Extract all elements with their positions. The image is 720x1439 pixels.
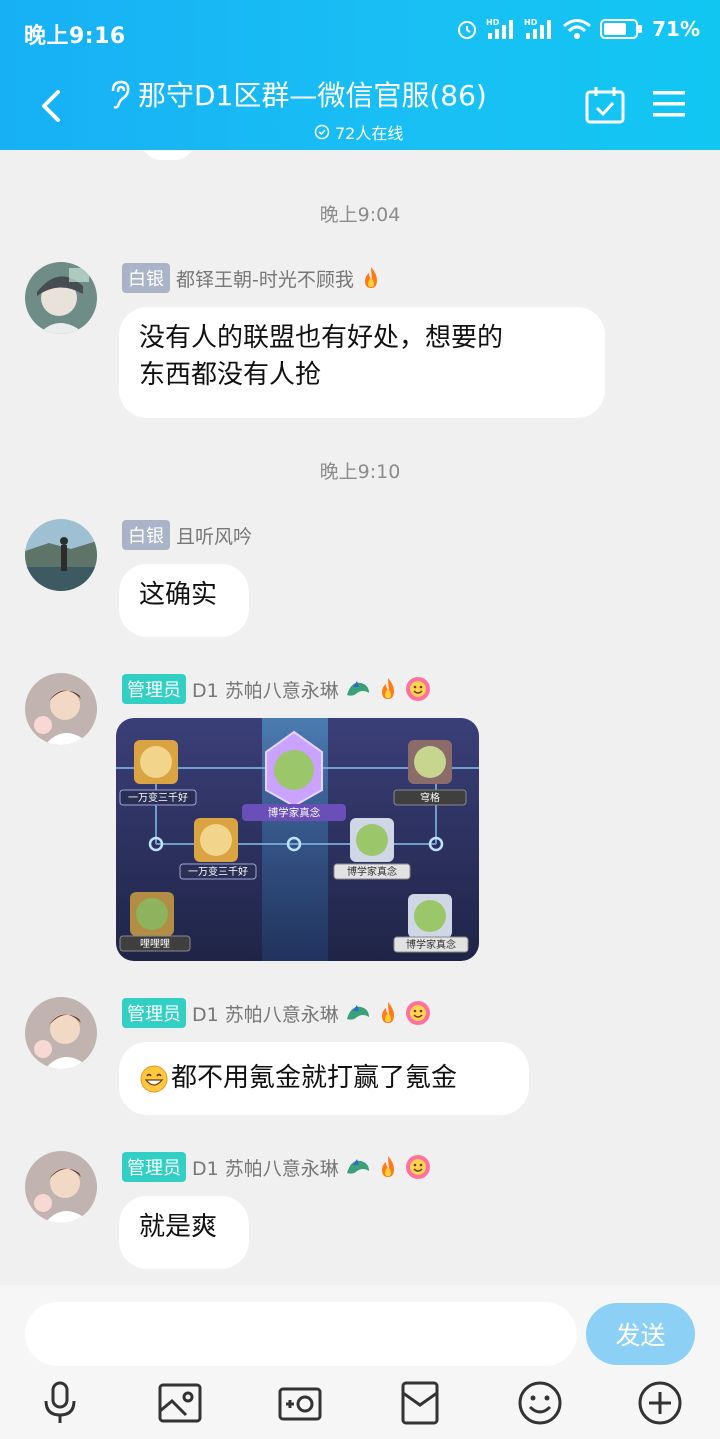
camera-icon[interactable] [276, 1379, 324, 1427]
signal-1-icon: HD [486, 18, 514, 39]
smile-badge-icon [405, 677, 430, 701]
sender-line: 管理员 D1 苏帕八意永琳 [122, 1152, 431, 1182]
message-text: 都不用氪金就打赢了氪金 [171, 1063, 458, 1093]
smile-badge-icon [405, 1155, 430, 1179]
input-bar: 发送 [0, 1285, 720, 1439]
avatar[interactable] [25, 262, 97, 334]
red-packet-icon[interactable] [396, 1379, 444, 1427]
chat-header: 晚上9:16 HD HD 71% 那守D1区群—微信官服(86) 72人在线 [0, 0, 720, 150]
svg-text:博学家真念: 博学家真念 [406, 938, 456, 951]
fire-icon [364, 267, 377, 288]
status-bar: 晚上9:16 HD HD 71% [0, 0, 720, 62]
admin-badge: 管理员 [122, 1152, 186, 1182]
plus-icon[interactable] [636, 1379, 684, 1427]
online-status: 72人在线 [314, 120, 526, 144]
image-icon[interactable] [156, 1379, 204, 1427]
alarm-icon [458, 21, 477, 39]
message-text: 就是爽 [139, 1212, 218, 1242]
battery-percent: 71% [652, 17, 700, 41]
timestamp: 晚上9:04 [319, 204, 401, 226]
fire-icon [381, 678, 394, 699]
sender-name[interactable]: D1 苏帕八意永琳 [192, 1154, 339, 1181]
message-text-line: 没有人的联盟也有好处，想要的 [139, 323, 504, 353]
emoji-icon[interactable] [516, 1379, 564, 1427]
message-bubble[interactable]: 都不用氪金就打赢了氪金 [119, 1042, 529, 1115]
chat-messages[interactable]: 晚上9:04 白银 都铎王朝-时光不顾我 没有人的联盟也有好处，想要的 东西都没… [0, 150, 720, 1285]
microphone-icon[interactable] [36, 1379, 84, 1427]
admin-badge: 管理员 [122, 998, 186, 1028]
svg-text:博学家真念: 博学家真念 [347, 865, 397, 878]
ear-icon [111, 80, 130, 109]
svg-text:一万变三千好: 一万变三千好 [128, 791, 188, 804]
dragon-icon [346, 1159, 369, 1174]
avatar[interactable] [25, 1151, 97, 1223]
message-text: 这确实 [139, 580, 218, 610]
calendar-icon[interactable] [584, 84, 626, 126]
grin-emoji-icon [140, 1065, 168, 1092]
input-toolbar [0, 1379, 720, 1435]
status-icons: HD HD 71% [456, 17, 700, 41]
svg-text:一万变三千好: 一万变三千好 [188, 865, 248, 878]
message-text-line: 东西都没有人抢 [139, 360, 322, 390]
battery-icon [600, 19, 643, 39]
svg-text:HD: HD [486, 18, 500, 27]
sender-name[interactable]: 且听风吟 [176, 522, 252, 549]
sender-name[interactable]: 都铎王朝-时光不顾我 [176, 265, 354, 292]
fire-icon [381, 1156, 394, 1177]
message-bubble[interactable]: 这确实 [119, 564, 249, 637]
avatar[interactable] [25, 997, 97, 1069]
message-bubble[interactable]: 就是爽 [119, 1196, 249, 1269]
online-count: 72人在线 [335, 124, 404, 143]
online-check-icon [314, 124, 330, 140]
previous-message-bubble [140, 150, 196, 160]
rank-badge: 白银 [122, 520, 170, 550]
smile-badge-icon [405, 1001, 430, 1025]
send-button[interactable]: 发送 [586, 1303, 695, 1365]
chat-title: 那守D1区群—微信官服(86) [138, 79, 487, 112]
sender-line: 管理员 D1 苏帕八意永琳 [122, 998, 431, 1028]
image-message[interactable]: 一万变三千好 穹格 博学家真念 一万变三千好 博学家真念 哩哩哩 博学家真念 [116, 718, 479, 961]
avatar[interactable] [25, 519, 97, 591]
svg-text:穹格: 穹格 [420, 791, 440, 804]
nav-bar: 那守D1区群—微信官服(86) 72人在线 [0, 62, 720, 150]
admin-badge: 管理员 [122, 674, 186, 704]
back-icon[interactable] [34, 86, 68, 126]
sender-name[interactable]: D1 苏帕八意永琳 [192, 1000, 339, 1027]
svg-text:哩哩哩: 哩哩哩 [140, 938, 170, 950]
svg-text:HD: HD [524, 18, 538, 27]
message-input[interactable] [25, 1302, 577, 1366]
wifi-icon [563, 19, 592, 39]
dragon-icon [346, 1005, 369, 1020]
signal-2-icon: HD [524, 18, 552, 39]
sender-line: 白银 都铎王朝-时光不顾我 [122, 263, 382, 293]
avatar[interactable] [25, 673, 97, 745]
sender-line: 白银 且听风吟 [122, 520, 252, 550]
title-area[interactable]: 那守D1区群—微信官服(86) 72人在线 [106, 74, 526, 144]
message-bubble[interactable]: 没有人的联盟也有好处，想要的 东西都没有人抢 [119, 307, 605, 418]
menu-icon[interactable] [651, 88, 687, 120]
fire-icon [381, 1002, 394, 1023]
status-time: 晚上9:16 [24, 24, 126, 49]
rank-badge: 白银 [122, 263, 170, 293]
timestamp: 晚上9:10 [319, 461, 401, 483]
sender-name[interactable]: D1 苏帕八意永琳 [192, 676, 339, 703]
svg-text:博学家真念: 博学家真念 [268, 806, 321, 819]
dragon-icon [346, 681, 369, 696]
sender-line: 管理员 D1 苏帕八意永琳 [122, 674, 431, 704]
